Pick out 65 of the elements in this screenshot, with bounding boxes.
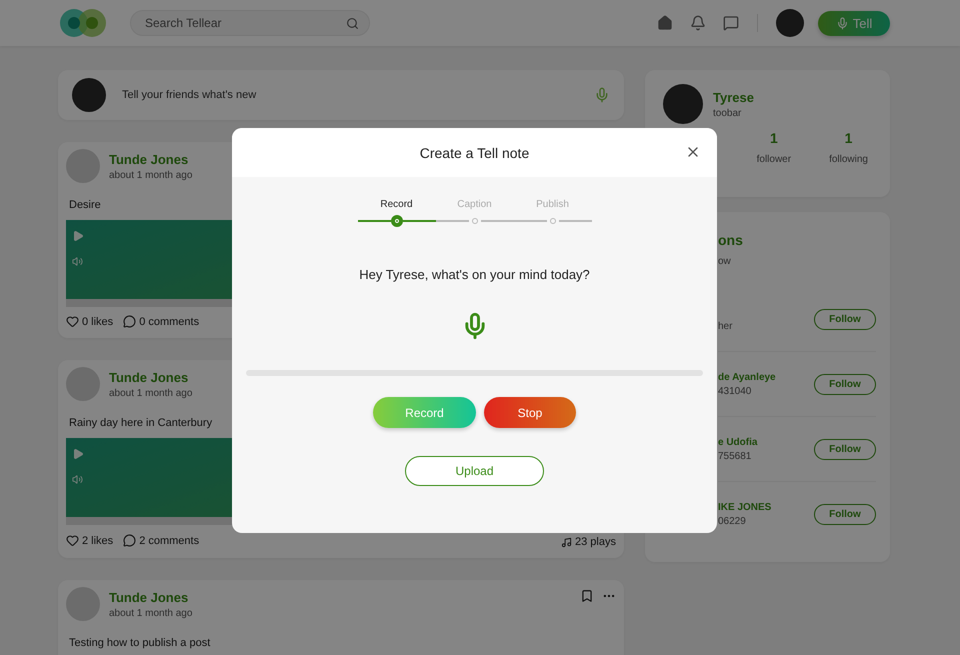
person-detail: 431040 [718,386,752,396]
post-time: about 1 month ago [109,170,194,180]
microphone-icon [836,16,849,30]
music-icon [561,536,572,548]
step-label: Record [380,199,413,210]
search-field[interactable]: Search Tellear [130,10,370,36]
avatar [663,84,703,124]
author-name[interactable]: Tunde Jones [109,590,571,604]
step-label: Caption [457,199,492,210]
person-name[interactable]: de Ayanleye [718,372,814,382]
bookmark-icon[interactable] [580,589,594,603]
likes-count: 2 likes [82,534,114,546]
chat-icon[interactable] [723,15,739,31]
avatar [66,149,100,183]
person-detail: 755681 [718,450,752,462]
post-time: about 1 month ago [109,388,194,398]
heart-icon[interactable] [66,315,79,328]
stat-count: 1 [844,130,852,146]
follow-button[interactable]: Follow [814,308,876,330]
follow-button[interactable]: Follow [814,374,876,394]
profile-name[interactable]: Tyrese [713,90,872,104]
comments-count: 2 comments [139,534,200,546]
plays-count: 23 plays [575,536,616,548]
comments-count: 0 comments [139,316,200,328]
comment-icon[interactable] [123,534,136,547]
avatar [72,78,106,112]
play-icon[interactable] [72,230,84,242]
search-input[interactable]: Search Tellear [143,15,346,31]
composer-field[interactable]: Tell your friends what's new [120,88,580,102]
stop-button[interactable]: Stop [484,397,576,428]
avatar[interactable] [776,9,804,37]
avatar [66,367,100,401]
prompt-text: Hey Tyrese, what's on your mind today? [359,267,590,282]
upload-button[interactable]: Upload [405,456,544,486]
likes-count: 0 likes [82,316,114,328]
step-label: Publish [536,199,569,210]
person-name[interactable]: e Udofia [718,436,814,448]
search-icon[interactable] [346,16,359,30]
post-text: Testing how to publish a post [69,637,210,649]
comment-icon[interactable] [123,315,136,328]
heart-icon[interactable] [66,534,79,547]
post-text: Rainy day here in Canterbury [69,417,212,429]
stat-label: follower [756,154,792,165]
profile-handle: toobar [713,108,742,118]
play-icon[interactable] [72,448,84,460]
stat-count: 1 [770,130,778,146]
avatar [66,587,100,621]
person-name[interactable]: IKE JONES [718,502,814,512]
post-text: Desire [69,199,101,211]
person-detail: 06229 [718,516,747,526]
volume-icon[interactable] [72,256,83,267]
modal-title: Create a Tell note [420,144,530,160]
person-detail: her [718,320,734,332]
suggestions-title: ons [718,232,744,248]
suggestions-subtitle: ow [718,256,732,267]
follow-button[interactable]: Follow [814,438,876,460]
stat-label: following [829,154,868,165]
home-icon[interactable] [657,15,673,31]
tell-button[interactable]: Tell [818,10,890,36]
record-button[interactable]: Record [373,397,476,428]
volume-icon[interactable] [72,474,83,485]
bell-icon[interactable] [690,15,706,31]
post-time: about 1 month ago [109,608,194,618]
microphone-icon[interactable] [594,87,610,103]
follow-button[interactable]: Follow [814,504,876,524]
